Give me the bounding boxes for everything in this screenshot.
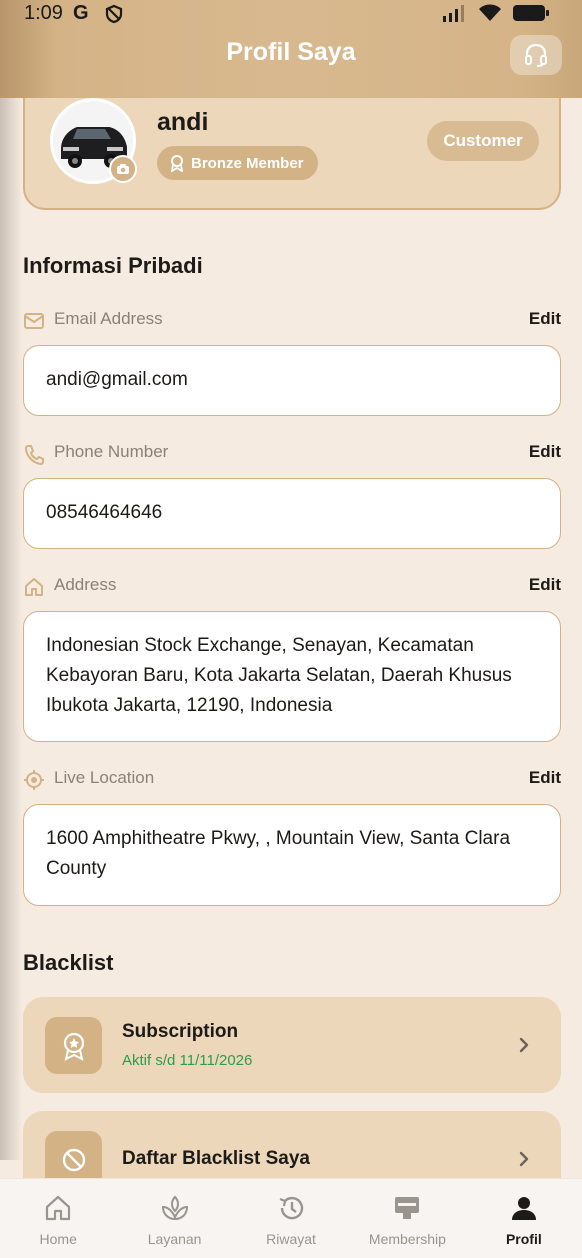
home-icon [25,578,43,596]
signal-icon [443,5,464,22]
medal-icon [170,155,184,172]
member-badge-label: Bronze Member [191,154,304,172]
location-label-row: Live Location Edit [23,767,561,791]
location-label: Live Location [54,768,155,787]
wifi-icon [479,4,501,21]
profile-content[interactable]: andi Bronze Member Customer Informasi Pr… [0,98,582,1178]
user-name: andi [157,108,209,136]
subscription-card[interactable]: Subscription Aktif s/d 11/11/2026 [23,997,561,1093]
app-bar: 1:09 G Profil Saya [0,0,582,98]
leaf-icon [161,1195,188,1221]
change-photo-button[interactable] [109,155,137,183]
history-icon [279,1196,304,1220]
edit-email-button[interactable]: Edit [529,309,561,329]
status-bar: 1:09 G [0,0,582,30]
page-title: Profil Saya [226,38,356,66]
chevron-right-icon [519,1037,529,1053]
address-label-row: Address Edit [23,574,561,598]
phone-label-row: Phone Number Edit [23,441,561,465]
address-label: Address [54,575,117,594]
support-button[interactable] [510,35,562,75]
award-icon [63,1032,84,1061]
subscription-icon-box [45,1017,102,1074]
location-target-icon [24,770,44,790]
nav-label-home: Home [39,1231,77,1247]
edit-address-button[interactable]: Edit [529,575,561,595]
email-field[interactable]: andi@gmail.com [23,345,561,416]
nav-label-profil: Profil [505,1231,542,1247]
google-icon: G [73,2,89,24]
nav-label-layanan: Layanan [147,1231,202,1247]
nav-item-profil[interactable]: Profil [466,1179,582,1258]
camera-icon [117,164,129,174]
home-icon [46,1195,71,1221]
nav-item-layanan[interactable]: Layanan [116,1179,232,1258]
status-icons [442,3,550,23]
shield-icon [105,4,123,24]
nav-label-riwayat: Riwayat [266,1231,316,1247]
my-blacklist-title: Daftar Blacklist Saya [122,1148,310,1169]
blacklist-icon-box [45,1131,102,1178]
email-label-row: Email Address Edit [23,308,561,332]
chevron-right-icon [519,1151,529,1167]
profile-card: andi Bronze Member Customer [23,98,561,210]
subscription-title: Subscription [122,1021,239,1042]
member-badge: Bronze Member [157,146,318,180]
card-icon [395,1197,420,1219]
battery-icon [513,5,549,21]
subscription-status: Aktif s/d 11/11/2026 [122,1052,253,1069]
section-title-blacklist: Blacklist [23,950,114,975]
nav-item-home[interactable]: Home [0,1179,116,1258]
blocked-icon [62,1148,85,1171]
phone-field[interactable]: 08546464646 [23,478,561,549]
role-pill: Customer [427,121,539,161]
phone-icon [24,445,44,465]
person-icon [511,1197,536,1220]
mail-icon [24,313,44,329]
nav-item-riwayat[interactable]: Riwayat [233,1179,349,1258]
email-label: Email Address [54,309,163,328]
section-title-personal-info: Informasi Pribadi [23,253,203,278]
headset-icon [525,43,547,67]
phone-label: Phone Number [54,442,169,461]
bottom-nav: Home Layanan Riwayat Membership Profil [0,1178,582,1258]
location-field[interactable]: 1600 Amphitheatre Pkwy, , Mountain View,… [23,804,561,906]
my-blacklist-card[interactable]: Daftar Blacklist Saya [23,1111,561,1178]
edit-location-button[interactable]: Edit [529,768,561,788]
nav-item-membership[interactable]: Membership [349,1179,465,1258]
status-time: 1:09 [24,2,63,24]
nav-label-membership: Membership [368,1231,446,1247]
edit-phone-button[interactable]: Edit [529,442,561,462]
address-field[interactable]: Indonesian Stock Exchange, Senayan, Keca… [23,611,561,742]
